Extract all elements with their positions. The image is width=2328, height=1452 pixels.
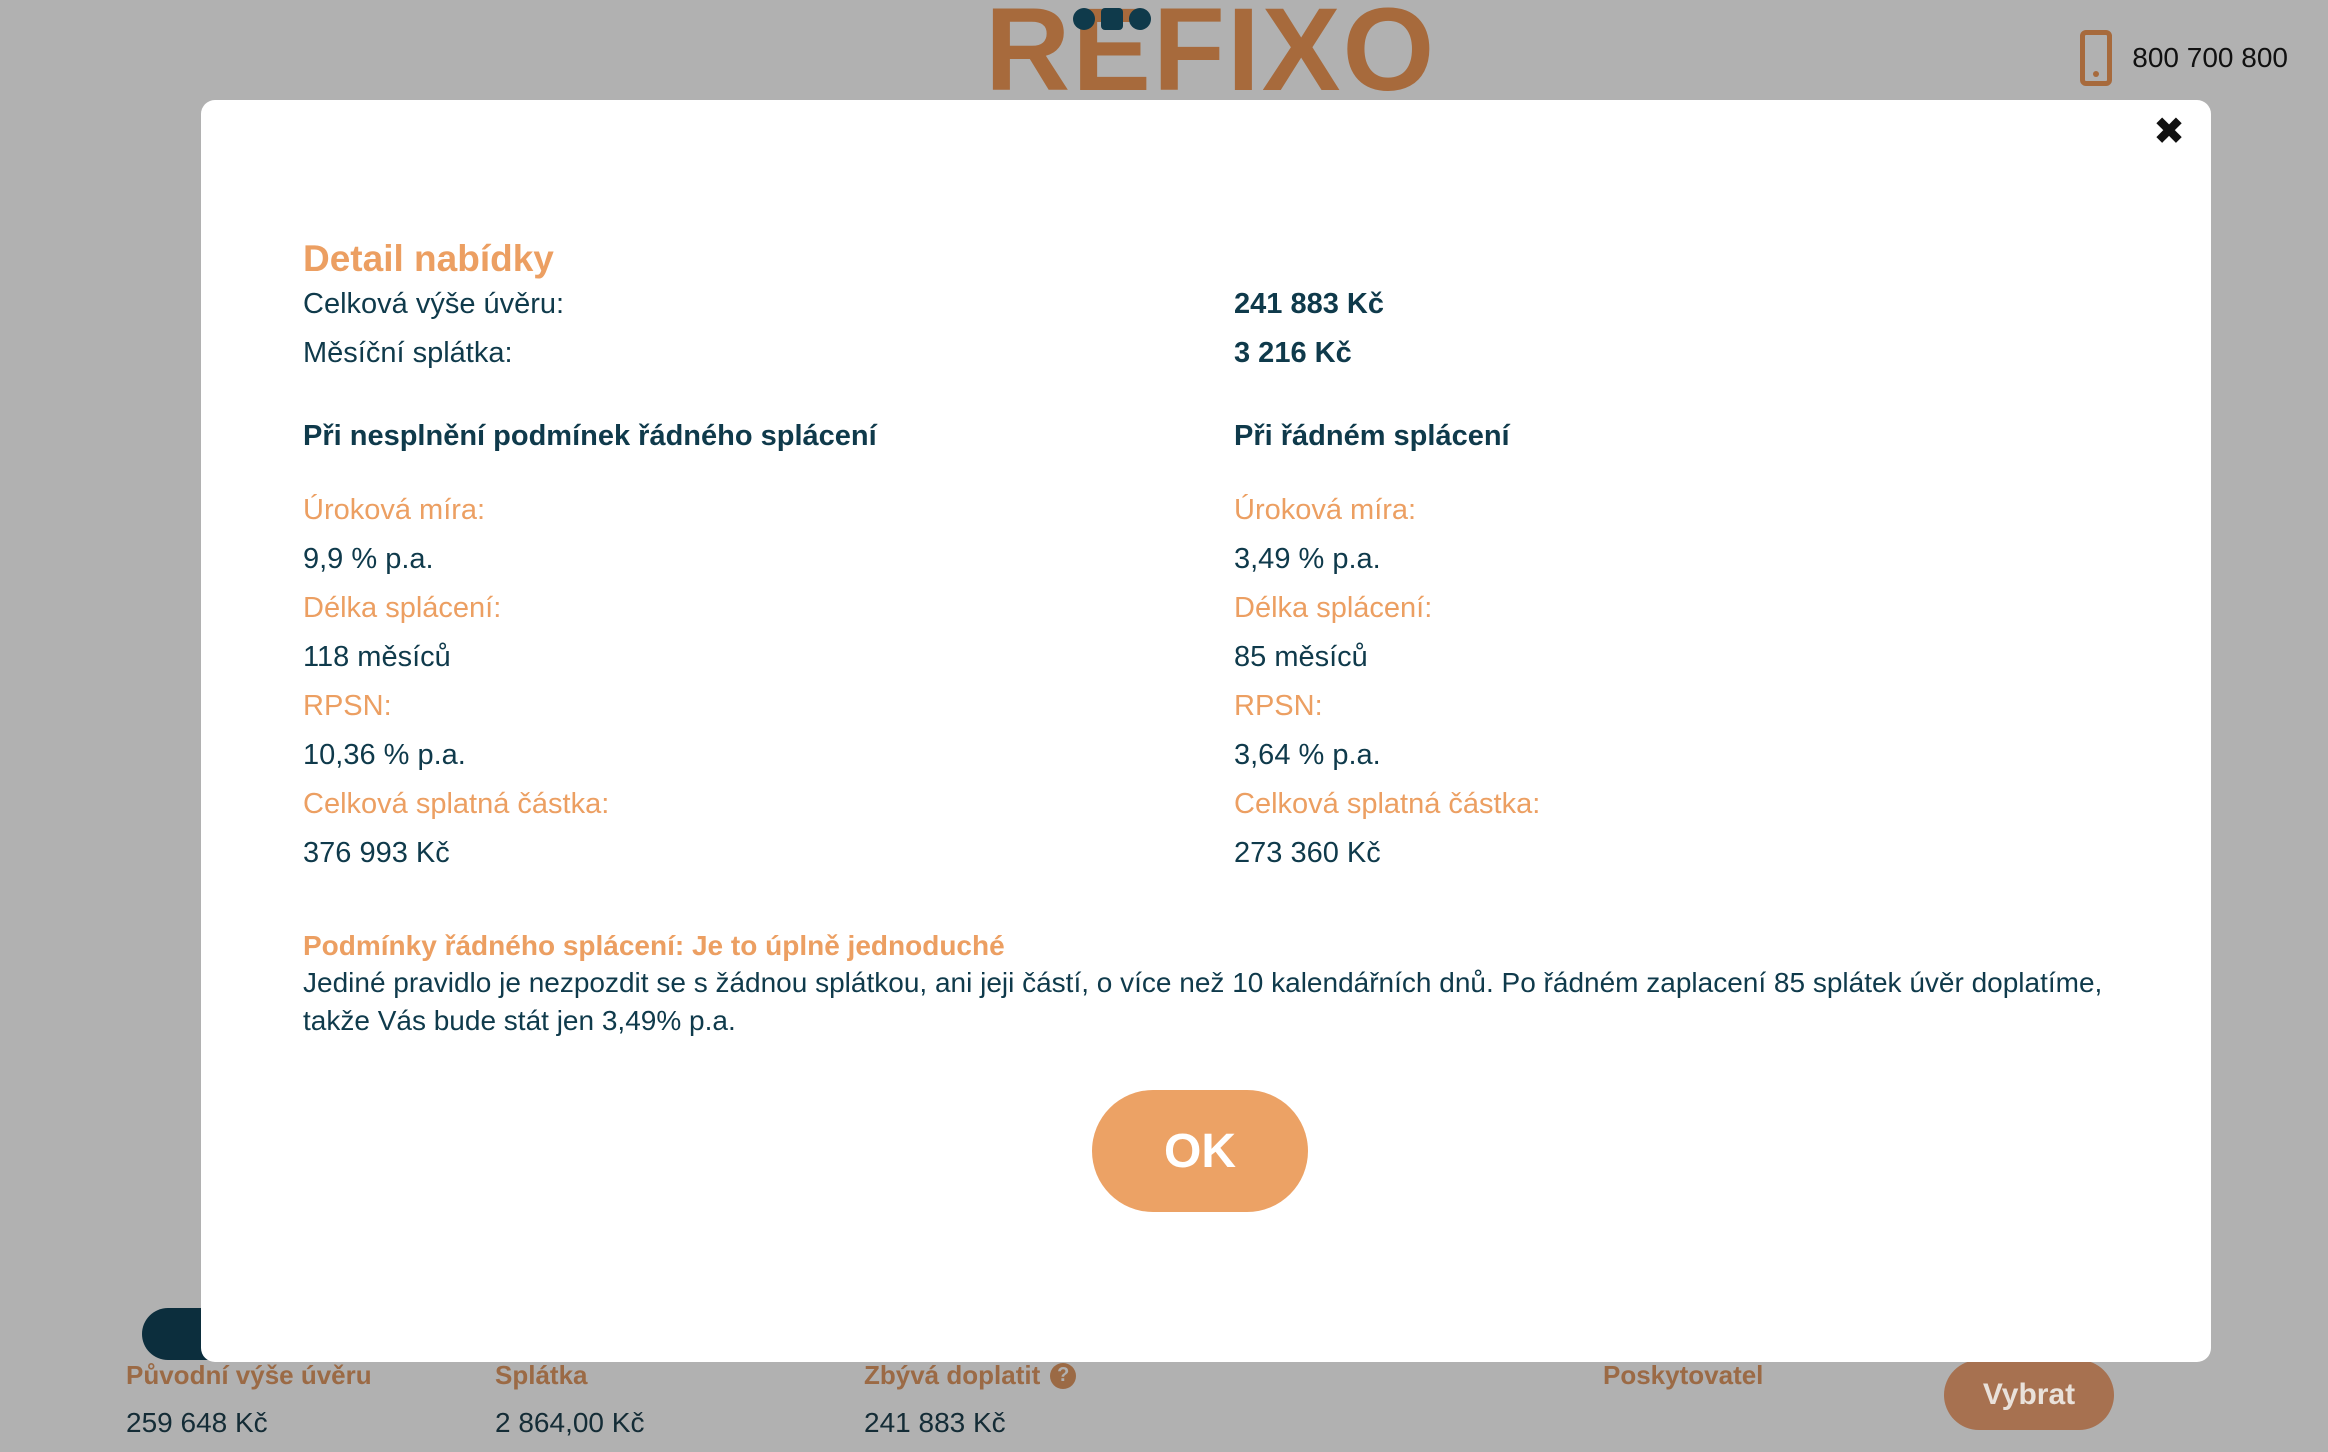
summary-provider: Poskytovatel <box>1603 1360 1763 1391</box>
refixo-logo[interactable]: REFIXO <box>985 0 1434 109</box>
logo-text: REFIXO <box>985 0 1437 116</box>
summary-label: Splátka <box>495 1360 588 1390</box>
right-total-value: 273 360 Kč <box>1234 837 1381 869</box>
summary-label: Poskytovatel <box>1603 1360 1764 1390</box>
modal-title: Detail nabídky <box>303 238 554 279</box>
monthly-installment-label: Měsíční splátka: <box>303 337 513 369</box>
right-term-label: Délka splácení: <box>1234 592 1433 624</box>
total-loan-value: 241 883 Kč <box>1234 288 1384 320</box>
monthly-installment-value: 3 216 Kč <box>1234 337 1352 369</box>
left-total-value: 376 993 Kč <box>303 837 450 869</box>
ok-button[interactable]: OK <box>1092 1090 1308 1212</box>
left-rpsn-label: RPSN: <box>303 690 392 722</box>
right-rate-label: Úroková míra: <box>1234 494 1417 526</box>
right-rpsn-label: RPSN: <box>1234 690 1323 722</box>
total-loan-label: Celková výše úvěru: <box>303 288 565 320</box>
left-rate-label: Úroková míra: <box>303 494 486 526</box>
left-term-value: 118 měsíců <box>303 641 451 673</box>
compliance-heading: Při řádném splácení <box>1234 420 1510 452</box>
left-rpsn-value: 10,36 % p.a. <box>303 739 466 771</box>
summary-label: Původní výše úvěru <box>126 1360 372 1390</box>
summary-value: 259 648 Kč <box>126 1407 268 1438</box>
summary-installment: Splátka 2 864,00 Kč <box>495 1360 644 1439</box>
summary-label: Zbývá doplatit ? <box>864 1360 1077 1391</box>
phone-number: 800 700 800 <box>2132 42 2288 73</box>
right-rpsn-value: 3,64 % p.a. <box>1234 739 1381 771</box>
phone-contact[interactable]: 800 700 800 <box>2080 30 2288 86</box>
logo-dots-icon <box>1073 8 1151 30</box>
right-total-label: Celková splatná částka: <box>1234 788 1541 820</box>
phone-icon <box>2080 30 2113 86</box>
right-term-value: 85 měsíců <box>1234 641 1368 673</box>
conditions-text: Jediné pravidlo je nezpozdit se s žádnou… <box>303 967 2103 1036</box>
summary-remaining: Zbývá doplatit ? 241 883 Kč <box>864 1360 1077 1439</box>
left-term-label: Délka splácení: <box>303 592 502 624</box>
left-rate-value: 9,9 % p.a. <box>303 543 434 575</box>
left-total-label: Celková splatná částka: <box>303 788 610 820</box>
summary-value: 2 864,00 Kč <box>495 1407 645 1438</box>
close-icon[interactable]: ✖ <box>2149 112 2189 152</box>
right-rate-value: 3,49 % p.a. <box>1234 543 1381 575</box>
offer-detail-modal: ✖ Detail nabídky Celková výše úvěru: 241… <box>201 100 2211 1362</box>
conditions-title: Podmínky řádného splácení: Je to úplně j… <box>303 930 1005 961</box>
help-icon[interactable]: ? <box>1050 1362 1077 1389</box>
summary-value: 241 883 Kč <box>864 1407 1006 1438</box>
select-offer-button[interactable]: Vybrat <box>1944 1360 2114 1430</box>
non-compliance-heading: Při nesplnění podmínek řádného splácení <box>303 420 877 452</box>
summary-original-amount: Původní výše úvěru 259 648 Kč <box>126 1360 372 1439</box>
summary-remaining-label: Zbývá doplatit <box>864 1360 1041 1390</box>
